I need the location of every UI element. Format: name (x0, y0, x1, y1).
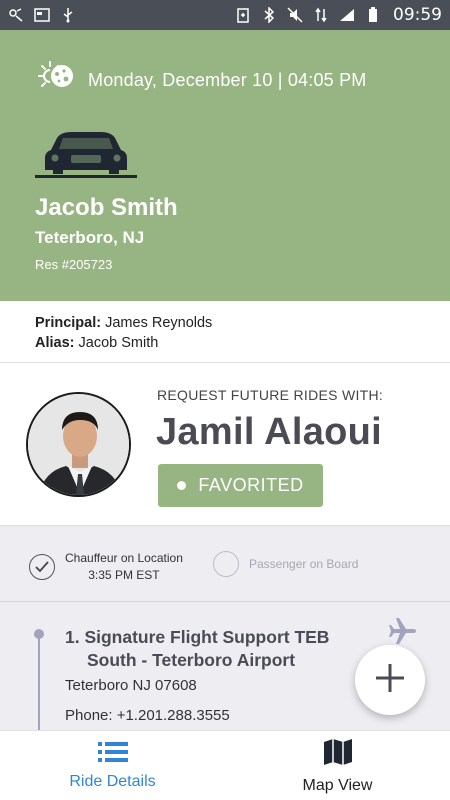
screenshot-icon (34, 7, 50, 23)
ride-status-steps: Chauffeur on Location 3:35 PM EST Passen… (0, 526, 450, 602)
favorited-button[interactable]: FAVORITED (158, 464, 323, 507)
empty-circle-icon (213, 551, 239, 577)
nav-map-view[interactable]: Map View (225, 731, 450, 800)
alias-label: Alias: (35, 335, 75, 351)
favorited-dot-icon (177, 481, 187, 490)
passenger-location: Teterboro, NJ (35, 228, 145, 247)
timeline-line (38, 638, 40, 730)
ride-header: Monday, December 10 | 04:05 PM Jacob Smi… (0, 30, 450, 301)
data-icon (313, 7, 329, 23)
battery-icon (365, 7, 381, 23)
add-button[interactable] (355, 645, 425, 715)
step1-text: Chauffeur on Location 3:35 PM EST (65, 550, 183, 584)
request-future-rides-label: REQUEST FUTURE RIDES WITH: (157, 387, 384, 403)
stop-title-line2: South - Teterboro Airport (87, 650, 296, 670)
principal-label: Principal: (35, 315, 102, 331)
signal-icon (339, 7, 355, 23)
status-bar: 09:59 (0, 0, 450, 30)
principal-row: Principal: James Reynolds (35, 313, 450, 333)
step-passenger-on-board: Passenger on Board (213, 551, 358, 577)
nav-ride-details-label: Ride Details (69, 772, 156, 790)
step2-title: Passenger on Board (249, 557, 359, 571)
list-icon (97, 741, 128, 767)
plus-icon (374, 662, 406, 699)
principal-value: James Reynolds (105, 315, 213, 331)
step1-title: Chauffeur on Location (65, 551, 183, 565)
weather-icon (36, 60, 76, 101)
car-icon (35, 130, 137, 178)
map-icon (323, 738, 353, 771)
datetime-row: Monday, December 10 | 04:05 PM (36, 60, 366, 101)
chauffeur-card: REQUEST FUTURE RIDES WITH: Jamil Alaoui … (0, 363, 450, 526)
reservation-number: Res #205723 (35, 257, 113, 272)
chauffeur-avatar (26, 392, 131, 497)
passenger-name: Jacob Smith (35, 194, 178, 221)
plane-icon (388, 616, 418, 646)
principal-section: Principal: James Reynolds Alias: Jacob S… (0, 301, 450, 363)
stop-title: 1. Signature Flight Support TEB South - … (65, 626, 365, 672)
battery-saver-icon (235, 7, 251, 23)
step-chauffeur-on-location: Chauffeur on Location 3:35 PM EST (29, 550, 183, 584)
mute-icon (287, 7, 303, 23)
favorited-label: FAVORITED (198, 475, 304, 495)
step1-time: 3:35 PM EST (88, 568, 160, 582)
ride-datetime: Monday, December 10 | 04:05 PM (88, 70, 367, 90)
bluetooth-icon (261, 7, 277, 23)
usb-icon (60, 7, 76, 23)
stop-title-line1: 1. Signature Flight Support TEB (65, 627, 330, 647)
nav-map-view-label: Map View (302, 776, 373, 794)
bottom-nav: Ride Details Map View (0, 730, 450, 800)
alias-value: Jacob Smith (78, 335, 159, 351)
alias-row: Alias: Jacob Smith (35, 333, 450, 353)
stop-phone[interactable]: Phone: +1.201.288.3555 (65, 707, 230, 724)
check-circle-icon (29, 554, 55, 580)
notification-icon (8, 7, 24, 23)
nav-ride-details[interactable]: Ride Details (0, 731, 225, 800)
stop-address: Teterboro NJ 07608 (65, 677, 197, 694)
chauffeur-name: Jamil Alaoui (156, 411, 383, 453)
clock: 09:59 (393, 5, 442, 25)
